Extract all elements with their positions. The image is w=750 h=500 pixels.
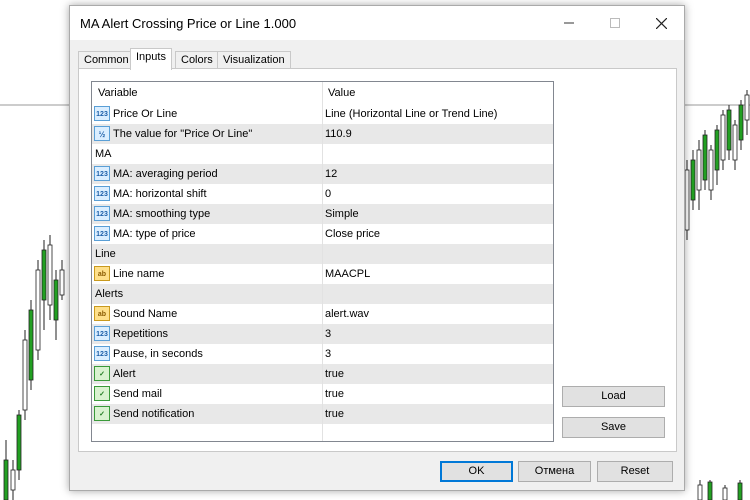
candle-body [720, 114, 726, 161]
maximize-icon [610, 18, 620, 28]
candle-body [707, 481, 713, 500]
tab-common[interactable]: Common [78, 51, 135, 69]
parameter-name: Line name [113, 268, 165, 280]
tab-visualization[interactable]: Visualization [217, 51, 291, 69]
candle-body [28, 309, 34, 381]
candle-body [41, 249, 47, 301]
candle-body [22, 339, 28, 411]
maximize-button[interactable] [592, 6, 638, 40]
boolean-type-icon: ✓ [94, 366, 110, 381]
window-title: MA Alert Crossing Price or Line 1.000 [80, 16, 297, 31]
string-type-icon: ab [94, 306, 110, 321]
parameter-value[interactable]: true [325, 384, 344, 404]
double-type-icon: ½ [94, 126, 110, 141]
boolean-type-icon: ✓ [94, 386, 110, 401]
number-type-icon: 123 [94, 226, 110, 241]
parameter-value[interactable]: 3 [325, 344, 331, 364]
candle-body [35, 269, 41, 351]
candle-body [726, 109, 732, 151]
parameter-value[interactable]: true [325, 404, 344, 424]
group-label: Alerts [95, 288, 124, 300]
cancel-button[interactable]: Отмена [518, 461, 591, 482]
string-type-icon: ab [94, 266, 110, 281]
parameter-value[interactable]: 3 [325, 324, 331, 344]
number-type-icon: 123 [94, 346, 110, 361]
parameter-value[interactable]: Simple [325, 204, 359, 224]
candle-body [696, 149, 702, 191]
candle-body [59, 269, 65, 296]
tab-inputs[interactable]: Inputs [130, 48, 172, 70]
group-label: MA [95, 148, 112, 160]
tab-colors[interactable]: Colors [175, 51, 219, 69]
parameter-name: MA: averaging period [113, 168, 218, 180]
parameter-name: Send notification [113, 408, 195, 420]
candle-body [737, 482, 743, 500]
candle-body [53, 279, 59, 321]
parameter-value[interactable]: 0 [325, 184, 331, 204]
candle-body [47, 244, 53, 306]
load-button[interactable]: Load [562, 386, 665, 407]
candle-body [16, 414, 22, 471]
candle-body [744, 94, 750, 121]
parameter-name: Pause, in seconds [113, 348, 203, 360]
parameter-name: Alert [113, 368, 136, 380]
candle-body [738, 104, 744, 141]
group-label: Line [95, 248, 116, 260]
parameter-value[interactable]: Line (Horizontal Line or Trend Line) [325, 104, 497, 124]
save-button[interactable]: Save [562, 417, 665, 438]
candle-body [684, 169, 690, 231]
candle-body [3, 459, 9, 500]
column-separator [322, 82, 323, 441]
candle-body [690, 159, 696, 201]
parameter-name: MA: horizontal shift [113, 188, 207, 200]
minimize-icon [564, 22, 574, 24]
parameter-value[interactable]: 110.9 [325, 124, 352, 144]
parameter-value[interactable]: 12 [325, 164, 337, 184]
parameter-value[interactable]: MAACPL [325, 264, 370, 284]
parameter-name: Price Or Line [113, 108, 178, 120]
parameter-name: MA: smoothing type [113, 208, 211, 220]
parameter-name: MA: type of price [113, 228, 196, 240]
parameter-name: Send mail [113, 388, 162, 400]
number-type-icon: 123 [94, 166, 110, 181]
parameter-name: Sound Name [113, 308, 178, 320]
properties-dialog: MA Alert Crossing Price or Line 1.000 Co… [69, 5, 685, 491]
parameter-value[interactable]: Close price [325, 224, 380, 244]
title-bar: MA Alert Crossing Price or Line 1.000 [70, 6, 684, 40]
number-type-icon: 123 [94, 206, 110, 221]
header-variable[interactable]: Variable [98, 87, 138, 99]
number-type-icon: 123 [94, 186, 110, 201]
candle-body [714, 129, 720, 171]
parameter-name: The value for "Price Or Line" [113, 128, 253, 140]
reset-button[interactable]: Reset [597, 461, 673, 482]
parameter-value[interactable]: true [325, 364, 344, 384]
parameter-value[interactable]: alert.wav [325, 304, 369, 324]
candle-body [697, 484, 703, 500]
inputs-grid: Variable Value 123 Price Or Line Line (Hor… [91, 81, 554, 442]
candle-body [722, 487, 728, 500]
candle-body [708, 149, 714, 191]
candle-body [10, 469, 16, 491]
candle-body [732, 124, 738, 161]
ok-button[interactable]: OK [440, 461, 513, 482]
close-icon [655, 17, 667, 29]
boolean-type-icon: ✓ [94, 406, 110, 421]
header-value[interactable]: Value [328, 87, 355, 99]
inputs-panel: Variable Value 123 Price Or Line Line (Hor… [78, 68, 677, 452]
number-type-icon: 123 [94, 326, 110, 341]
parameter-name: Repetitions [113, 328, 169, 340]
number-type-icon: 123 [94, 106, 110, 121]
close-button[interactable] [638, 6, 684, 40]
minimize-button[interactable] [546, 6, 592, 40]
candle-body [702, 134, 708, 181]
